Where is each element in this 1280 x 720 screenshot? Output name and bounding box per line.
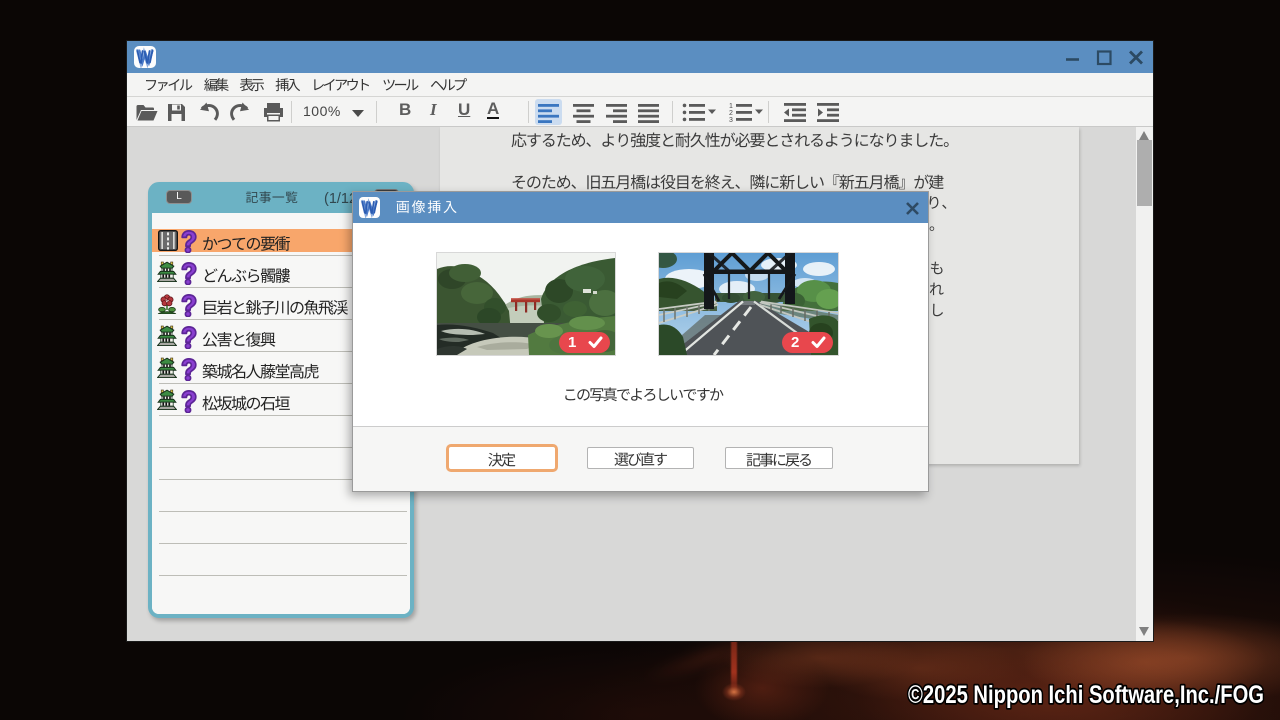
svg-text:2: 2 (729, 110, 733, 117)
svg-text:3: 3 (729, 117, 733, 124)
svg-text:1: 1 (729, 103, 733, 110)
svg-text:©2025 Nippon Ichi Software,Inc: ©2025 Nippon Ichi Software,Inc./FOG (908, 681, 1264, 709)
